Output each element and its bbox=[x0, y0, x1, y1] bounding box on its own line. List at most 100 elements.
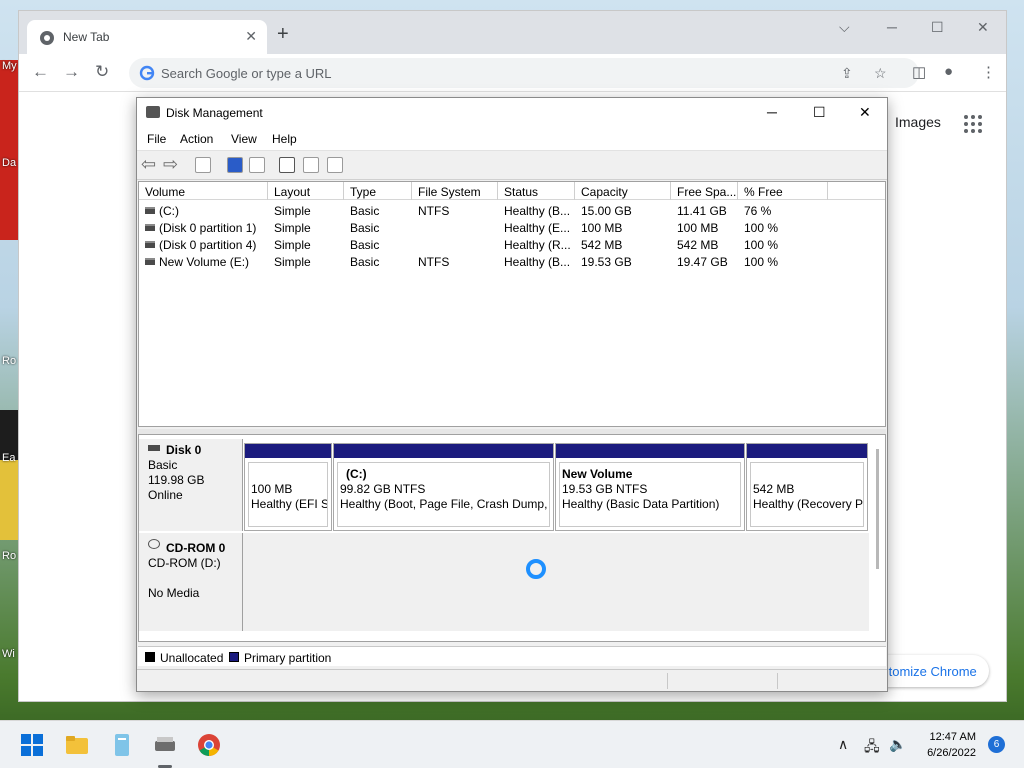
cell-type: Basic bbox=[350, 238, 380, 252]
cell-volume: (Disk 0 partition 1) bbox=[159, 221, 257, 235]
desktop-icon-label[interactable]: Wi bbox=[2, 648, 15, 660]
cell-volume: (C:) bbox=[159, 204, 179, 218]
col-status[interactable]: Status bbox=[504, 185, 538, 199]
notification-badge[interactable]: 6 bbox=[988, 736, 1005, 753]
dm-toolbar: ⇦ ⇨ bbox=[137, 150, 887, 180]
vertical-scrollbar[interactable] bbox=[876, 449, 879, 569]
tab-new-tab[interactable]: New Tab ✕ bbox=[27, 20, 267, 54]
partition-recovery[interactable]: 542 MB Healthy (Recovery P bbox=[746, 443, 868, 531]
profile-avatar-icon[interactable]: ● bbox=[944, 63, 953, 80]
dm-connect-icon[interactable] bbox=[279, 157, 295, 173]
google-apps-icon[interactable] bbox=[964, 115, 982, 133]
disk-icon bbox=[148, 445, 160, 451]
volume-list[interactable]: Volume Layout Type File System Status Ca… bbox=[138, 181, 886, 427]
col-free-space[interactable]: Free Spa... bbox=[677, 185, 736, 199]
menu-help[interactable]: Help bbox=[272, 132, 297, 146]
desktop-icon-label[interactable]: My bbox=[2, 60, 17, 72]
dm-check-icon[interactable] bbox=[303, 157, 319, 173]
partition-bar bbox=[747, 444, 867, 458]
minimize-icon[interactable]: ─ bbox=[887, 19, 897, 35]
disk-graphical-view[interactable]: Disk 0 Basic 119.98 GB Online 100 MB Hea… bbox=[138, 434, 886, 642]
table-row[interactable]: (Disk 0 partition 1) Simple Basic Health… bbox=[139, 219, 885, 236]
disk-management-window: Disk Management ─ ☐ ✕ File Action View H… bbox=[136, 97, 888, 692]
menu-view[interactable]: View bbox=[231, 132, 257, 146]
new-tab-button[interactable]: + bbox=[277, 23, 289, 46]
disk0-size: 119.98 GB bbox=[148, 473, 205, 487]
dm-list-icon[interactable] bbox=[327, 157, 343, 173]
omnibox-placeholder: Search Google or type a URL bbox=[161, 66, 332, 81]
chrome-taskbar-icon[interactable] bbox=[197, 733, 221, 757]
cell-layout: Simple bbox=[274, 204, 311, 218]
partition-bar bbox=[245, 444, 331, 458]
legend-unallocated: Unallocated bbox=[160, 651, 224, 665]
notepad-icon[interactable] bbox=[110, 733, 134, 757]
dm-maximize-icon[interactable]: ☐ bbox=[813, 104, 826, 121]
cdrom-name: CD-ROM 0 bbox=[166, 541, 226, 555]
col-volume[interactable]: Volume bbox=[145, 185, 185, 199]
partition-status: Healthy (Basic Data Partition) bbox=[562, 497, 720, 511]
disk0-name: Disk 0 bbox=[166, 443, 202, 457]
tab-search-icon[interactable]: ⌵ bbox=[839, 19, 850, 36]
partition-c[interactable]: (C:) 99.82 GB NTFS Healthy (Boot, Page F… bbox=[333, 443, 554, 531]
col-type[interactable]: Type bbox=[350, 185, 376, 199]
dm-minimize-icon[interactable]: ─ bbox=[767, 104, 777, 120]
customize-chrome-button[interactable]: ıtomize Chrome bbox=[871, 655, 989, 687]
table-row[interactable]: New Volume (E:) Simple Basic NTFS Health… bbox=[139, 253, 885, 270]
dm-forward-icon[interactable]: ⇨ bbox=[163, 154, 178, 175]
menu-action[interactable]: Action bbox=[180, 132, 213, 146]
partition-efi[interactable]: 100 MB Healthy (EFI S bbox=[244, 443, 332, 531]
cdrom-media-area[interactable] bbox=[243, 533, 869, 631]
partition-bar bbox=[556, 444, 744, 458]
customize-chrome-label: ıtomize Chrome bbox=[885, 664, 977, 679]
share-icon[interactable]: ⇪ bbox=[841, 65, 853, 82]
col-layout[interactable]: Layout bbox=[274, 185, 310, 199]
menu-file[interactable]: File bbox=[147, 132, 166, 146]
network-icon[interactable]: 🖧 bbox=[864, 736, 880, 760]
back-arrow-icon[interactable]: ← bbox=[32, 62, 49, 82]
cell-free-space: 11.41 GB bbox=[677, 204, 727, 218]
start-windows-icon[interactable] bbox=[20, 733, 44, 757]
clock-time[interactable]: 12:47 AM bbox=[930, 731, 976, 743]
tab-close-icon[interactable]: ✕ bbox=[245, 28, 257, 45]
legend: Unallocated Primary partition bbox=[138, 646, 886, 666]
file-explorer-icon[interactable] bbox=[65, 733, 89, 757]
omnibox[interactable]: Search Google or type a URL ⇪ ☆ bbox=[129, 58, 919, 88]
ntp-images-link[interactable]: Images bbox=[895, 114, 941, 130]
cell-capacity: 100 MB bbox=[581, 221, 623, 235]
google-g-icon bbox=[139, 65, 155, 81]
desktop-icon-label[interactable]: Da bbox=[2, 157, 16, 169]
close-icon[interactable]: ✕ bbox=[977, 19, 989, 36]
dm-help-icon[interactable] bbox=[227, 157, 243, 173]
disk0-label[interactable]: Disk 0 Basic 119.98 GB Online bbox=[139, 439, 243, 531]
show-hidden-icons-chevron-icon[interactable]: ∧ bbox=[838, 736, 848, 753]
chrome-toolbar: ← → ↻ Search Google or type a URL ⇪ ☆ ◫ … bbox=[19, 54, 1006, 92]
partition-body: 100 MB Healthy (EFI S bbox=[248, 462, 328, 527]
partition-status: Healthy (EFI S bbox=[251, 497, 328, 511]
bookmark-star-icon[interactable]: ☆ bbox=[874, 65, 887, 82]
desktop-icon-label[interactable]: Ea bbox=[2, 452, 15, 464]
partition-new-volume[interactable]: New Volume 19.53 GB NTFS Healthy (Basic … bbox=[555, 443, 745, 531]
dm-show-hide-console-icon[interactable] bbox=[195, 157, 211, 173]
maximize-icon[interactable]: ☐ bbox=[931, 19, 944, 36]
cell-percent-free: 100 % bbox=[744, 221, 779, 235]
forward-arrow-icon[interactable]: → bbox=[63, 62, 80, 82]
table-row[interactable]: (Disk 0 partition 4) Simple Basic Health… bbox=[139, 236, 885, 253]
dm-back-icon[interactable]: ⇦ bbox=[141, 154, 156, 175]
col-file-system[interactable]: File System bbox=[418, 185, 481, 199]
cell-capacity: 19.53 GB bbox=[581, 255, 632, 269]
dm-title-bar: Disk Management ─ ☐ ✕ bbox=[137, 98, 887, 128]
desktop-icon-label[interactable]: Ro bbox=[2, 550, 16, 562]
chrome-menu-icon[interactable]: ⋮ bbox=[981, 63, 996, 81]
desktop-icon-label[interactable]: Ro bbox=[2, 355, 16, 367]
disk-management-taskbar-icon[interactable] bbox=[153, 733, 177, 757]
col-percent-free[interactable]: % Free bbox=[744, 185, 783, 199]
dm-properties-icon[interactable] bbox=[249, 157, 265, 173]
dm-close-icon[interactable]: ✕ bbox=[859, 104, 871, 121]
reload-icon[interactable]: ↻ bbox=[95, 62, 109, 82]
side-panel-icon[interactable]: ◫ bbox=[912, 63, 926, 81]
cdrom0-label[interactable]: CD-ROM 0 CD-ROM (D:) No Media bbox=[139, 533, 243, 631]
volume-speaker-icon[interactable]: 🔈 bbox=[889, 736, 906, 753]
table-row[interactable]: (C:) Simple Basic NTFS Healthy (B... 15.… bbox=[139, 202, 885, 219]
clock-date[interactable]: 6/26/2022 bbox=[927, 747, 976, 759]
col-capacity[interactable]: Capacity bbox=[581, 185, 628, 199]
